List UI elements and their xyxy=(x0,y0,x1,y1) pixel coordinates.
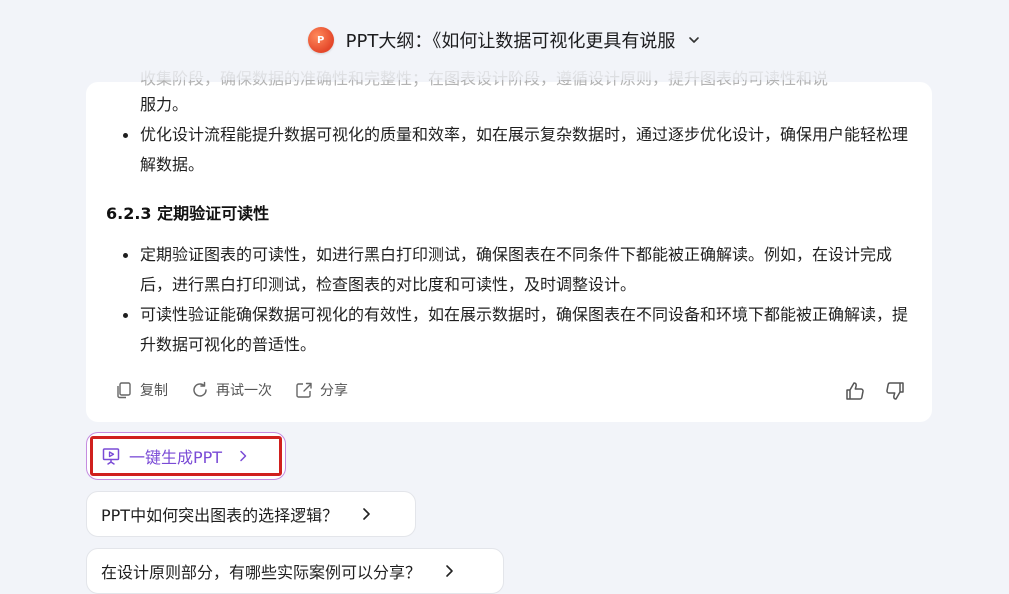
action-bar: 复制 再试一次 分享 xyxy=(114,380,348,400)
copy-button[interactable]: 复制 xyxy=(114,380,168,400)
retry-label: 再试一次 xyxy=(216,383,272,399)
suggestion-chip[interactable]: PPT中如何突出图表的选择逻辑？ xyxy=(86,491,416,537)
chevron-right-icon xyxy=(446,565,453,577)
list-item: 定期验证图表的可读性，如进行黑白打印测试，确保图表在不同条件下都能被正确解读。例… xyxy=(86,240,932,300)
refresh-icon xyxy=(193,381,207,397)
thumbs-up-icon[interactable] xyxy=(844,380,866,402)
ppt-logo-icon: P xyxy=(307,27,334,53)
chevron-down-icon[interactable] xyxy=(687,33,701,47)
page-header: P PPT大纲：《如何让数据可视化更具有说服 xyxy=(0,0,1009,80)
share-button[interactable]: 分享 xyxy=(294,380,348,400)
share-icon xyxy=(296,382,312,398)
answer-card: 服力。 优化设计流程能提升数据可视化的质量和效率，如在展示复杂数据时，通过逐步优… xyxy=(86,82,932,422)
generate-ppt-button[interactable]: 一键生成PPT xyxy=(86,432,286,480)
bullet-list-top: 优化设计流程能提升数据可视化的质量和效率，如在展示复杂数据时，通过逐步优化设计，… xyxy=(86,120,932,180)
feedback-bar xyxy=(844,380,906,402)
suggestion-chip[interactable]: 在设计原则部分，有哪些实际案例可以分享？ xyxy=(86,548,504,594)
generate-ppt-label: 一键生成PPT xyxy=(129,448,223,467)
chevron-right-icon xyxy=(240,450,247,462)
page-title[interactable]: PPT大纲：《如何让数据可视化更具有说服 xyxy=(346,27,676,53)
list-item: 优化设计流程能提升数据可视化的质量和效率，如在展示复杂数据时，通过逐步优化设计，… xyxy=(86,120,932,180)
thumbs-down-icon[interactable] xyxy=(884,380,906,402)
generate-ppt-highlight: 一键生成PPT xyxy=(90,436,282,476)
answer-content: 服力。 优化设计流程能提升数据可视化的质量和效率，如在展示复杂数据时，通过逐步优… xyxy=(86,90,932,360)
bullet-list-bottom: 定期验证图表的可读性，如进行黑白打印测试，确保图表在不同条件下都能被正确解读。例… xyxy=(86,240,932,360)
suggestion-label: PPT中如何突出图表的选择逻辑？ xyxy=(101,506,339,525)
suggestion-label: 在设计原则部分，有哪些实际案例可以分享？ xyxy=(101,563,422,582)
copy-icon xyxy=(117,382,131,399)
list-item: 可读性验证能确保数据可视化的有效性，如在展示数据时，确保图表在不同设备和环境下都… xyxy=(86,300,932,360)
chevron-right-icon xyxy=(363,508,370,520)
share-label: 分享 xyxy=(320,383,348,399)
paragraph-continuation: 服力。 xyxy=(140,95,189,114)
retry-button[interactable]: 再试一次 xyxy=(190,380,272,400)
presentation-icon xyxy=(102,448,120,465)
copy-label: 复制 xyxy=(140,383,168,399)
section-heading: 6.2.3 定期验证可读性 xyxy=(106,204,270,223)
